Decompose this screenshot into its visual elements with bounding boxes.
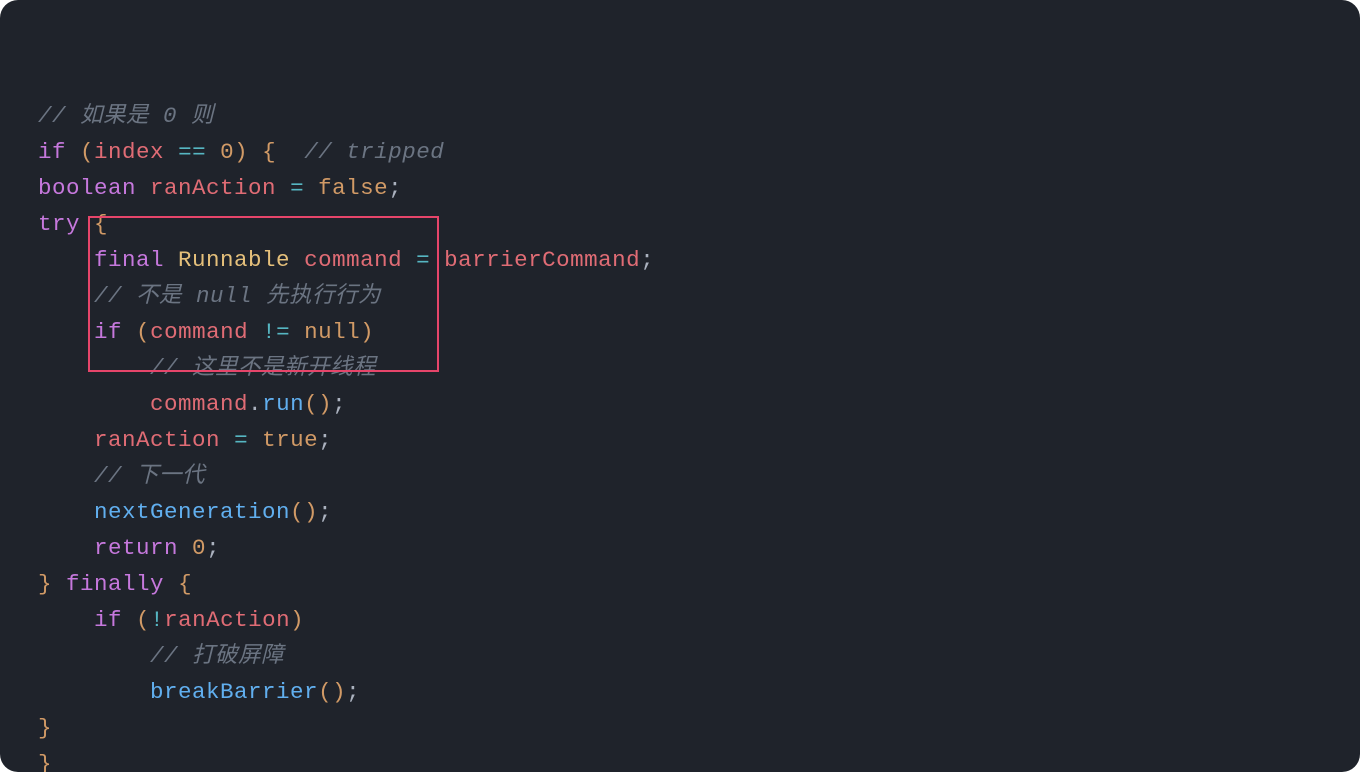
code-line: if (command != null): [38, 314, 1322, 350]
code-line: command.run();: [38, 386, 1322, 422]
code-editor[interactable]: // 如果是 0 则if (index == 0) { // trippedbo…: [0, 0, 1360, 772]
code-line: try {: [38, 206, 1322, 242]
code-line: // 这里不是新开线程: [38, 350, 1322, 386]
code-line: }: [38, 746, 1322, 772]
code-content: // 如果是 0 则if (index == 0) { // trippedbo…: [38, 98, 1322, 772]
code-line: // 不是 null 先执行行为: [38, 278, 1322, 314]
code-line: }: [38, 710, 1322, 746]
code-line: } finally {: [38, 566, 1322, 602]
code-line: // 下一代: [38, 458, 1322, 494]
code-line: boolean ranAction = false;: [38, 170, 1322, 206]
code-line: breakBarrier();: [38, 674, 1322, 710]
code-line: nextGeneration();: [38, 494, 1322, 530]
code-line: // 如果是 0 则: [38, 98, 1322, 134]
code-line: if (index == 0) { // tripped: [38, 134, 1322, 170]
code-line: return 0;: [38, 530, 1322, 566]
code-line: if (!ranAction): [38, 602, 1322, 638]
code-line: // 打破屏障: [38, 638, 1322, 674]
code-line: final Runnable command = barrierCommand;: [38, 242, 1322, 278]
code-line: ranAction = true;: [38, 422, 1322, 458]
